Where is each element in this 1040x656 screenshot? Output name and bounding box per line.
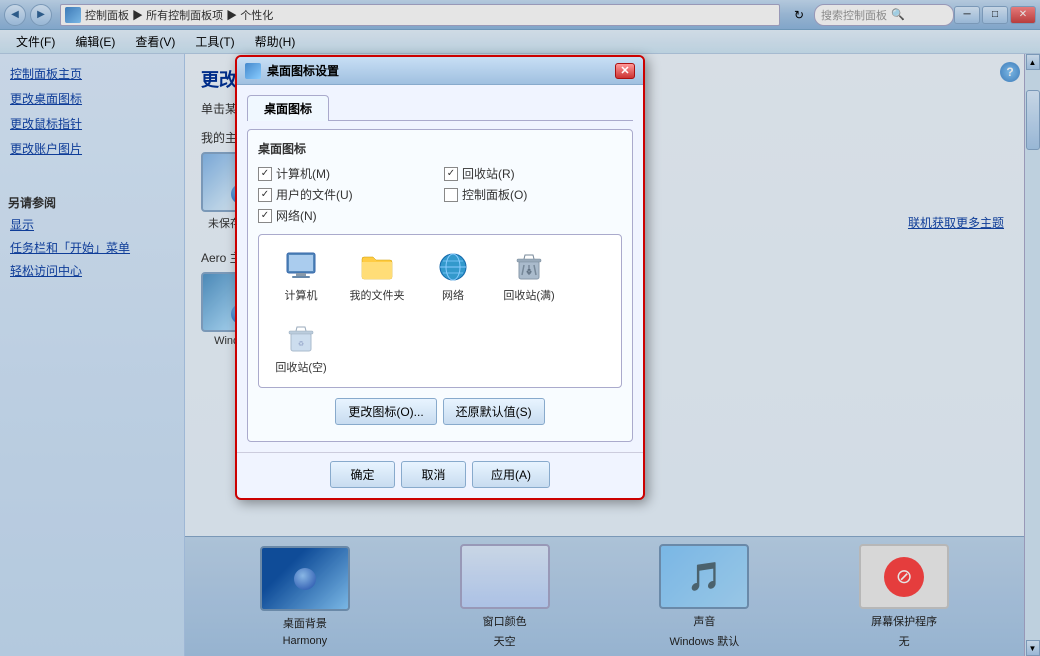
recycle-full-icon: ♻: [509, 247, 549, 287]
cb-recycle-label: 回收站(R): [462, 165, 515, 182]
tab-desktop-icons[interactable]: 桌面图标: [247, 95, 329, 121]
computer-icon: [281, 247, 321, 287]
cancel-button[interactable]: 取消: [401, 461, 466, 488]
icon-network[interactable]: 网络: [419, 243, 487, 307]
dialog-title-bar: 桌面图标设置 ✕: [237, 57, 643, 85]
cb-computer[interactable]: 计算机(M): [258, 165, 436, 182]
cb-userfiles-label: 用户的文件(U): [276, 186, 353, 203]
cb-recycle[interactable]: 回收站(R): [444, 165, 622, 182]
dialog-action-buttons: 更改图标(O)... 还原默认值(S): [258, 398, 622, 425]
ok-button[interactable]: 确定: [330, 461, 395, 488]
icon-folder[interactable]: 我的文件夹: [343, 243, 411, 307]
icon-recycle-empty[interactable]: ♻ 回收站(空): [267, 315, 335, 379]
recycle-empty-icon-label: 回收站(空): [275, 362, 326, 375]
cb-computer-label: 计算机(M): [276, 165, 330, 182]
dialog-title-text: 桌面图标设置: [267, 62, 615, 79]
cb-userfiles[interactable]: 用户的文件(U): [258, 186, 436, 203]
recycle-empty-icon: ♻: [281, 319, 321, 359]
cb-recycle-box[interactable]: [444, 167, 458, 181]
cb-controlpanel[interactable]: 控制面板(O): [444, 186, 622, 203]
cb-network[interactable]: 网络(N): [258, 207, 436, 224]
recycle-full-icon-label: 回收站(满): [503, 290, 554, 303]
restore-defaults-button[interactable]: 还原默认值(S): [443, 398, 545, 425]
svg-text:♻: ♻: [298, 341, 304, 348]
network-icon-label: 网络: [442, 290, 464, 303]
icon-recycle-full[interactable]: ♻ 回收站(满): [495, 243, 563, 307]
network-icon: [433, 247, 473, 287]
dialog-icon: [245, 63, 261, 79]
dialog-footer: 确定 取消 应用(A): [237, 452, 643, 498]
cb-network-box[interactable]: [258, 209, 272, 223]
desktop-icons-section-title: 桌面图标: [258, 140, 622, 157]
icon-computer[interactable]: 计算机: [267, 243, 335, 307]
icons-grid: 计算机 我的文件夹: [258, 234, 622, 388]
cb-userfiles-box[interactable]: [258, 188, 272, 202]
folder-icon: [357, 247, 397, 287]
cb-controlpanel-box[interactable]: [444, 188, 458, 202]
dialog-close-button[interactable]: ✕: [615, 63, 635, 79]
dialog-tab-bar: 桌面图标: [247, 95, 633, 121]
folder-icon-label: 我的文件夹: [350, 290, 405, 303]
cb-network-label: 网络(N): [276, 207, 317, 224]
cb-controlpanel-label: 控制面板(O): [462, 186, 527, 203]
desktop-icon-settings-dialog: 桌面图标设置 ✕ 桌面图标 桌面图标 计算机(M) 回收站(R): [235, 55, 645, 500]
computer-icon-label: 计算机: [285, 290, 318, 303]
svg-text:♻: ♻: [526, 269, 532, 276]
apply-button[interactable]: 应用(A): [472, 461, 550, 488]
dialog-body: 桌面图标 桌面图标 计算机(M) 回收站(R) 用户的文件(U): [237, 85, 643, 452]
checkbox-grid: 计算机(M) 回收站(R) 用户的文件(U) 控制面板(O) 网络(N): [258, 165, 622, 224]
cb-computer-box[interactable]: [258, 167, 272, 181]
change-icon-button[interactable]: 更改图标(O)...: [335, 398, 436, 425]
dialog-inner: 桌面图标 计算机(M) 回收站(R) 用户的文件(U) 控制面板(O): [247, 129, 633, 442]
